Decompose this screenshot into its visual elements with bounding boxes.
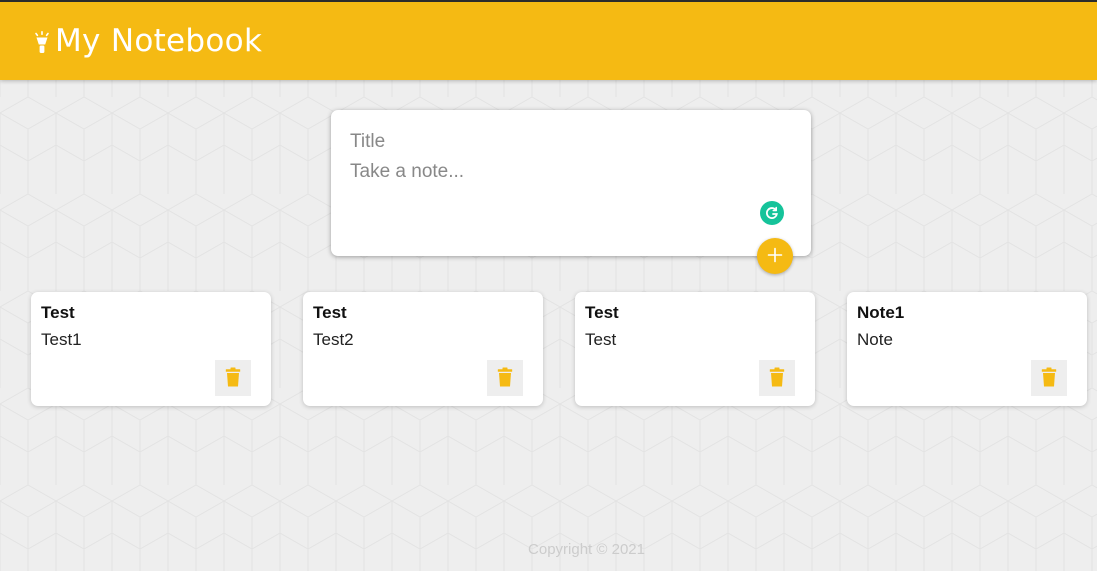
lightbulb-icon: [33, 31, 51, 55]
plus-icon: [767, 247, 783, 266]
note-composer: [331, 110, 811, 256]
delete-note-button[interactable]: [487, 360, 523, 396]
note-title: Test: [41, 303, 75, 322]
trash-icon: [1041, 367, 1057, 390]
note-card: Test Test1: [31, 292, 271, 406]
note-content: Test: [585, 330, 617, 349]
delete-note-button[interactable]: [759, 360, 795, 396]
note-content: Test2: [313, 330, 354, 349]
add-note-button[interactable]: [757, 238, 793, 274]
trash-icon: [769, 367, 785, 390]
note-content: Test1: [41, 330, 82, 349]
note-card: Note1 Note: [847, 292, 1087, 406]
app-title: My Notebook: [55, 23, 263, 59]
background-pattern: [0, 0, 1097, 571]
note-title: Test: [313, 303, 347, 322]
delete-note-button[interactable]: [215, 360, 251, 396]
delete-note-button[interactable]: [1031, 360, 1067, 396]
note-card: Test Test: [575, 292, 815, 406]
note-title: Note1: [857, 303, 905, 322]
footer-copyright: Copyright © 2021: [528, 541, 645, 558]
trash-icon: [225, 367, 241, 390]
note-content-input[interactable]: [350, 161, 790, 241]
note-content: Note: [857, 330, 893, 349]
trash-icon: [497, 367, 513, 390]
note-card: Test Test2: [303, 292, 543, 406]
note-title: Test: [585, 303, 619, 322]
note-title-input[interactable]: [350, 129, 790, 155]
grammarly-icon[interactable]: [760, 201, 784, 225]
app-header: My Notebook: [0, 0, 1097, 80]
